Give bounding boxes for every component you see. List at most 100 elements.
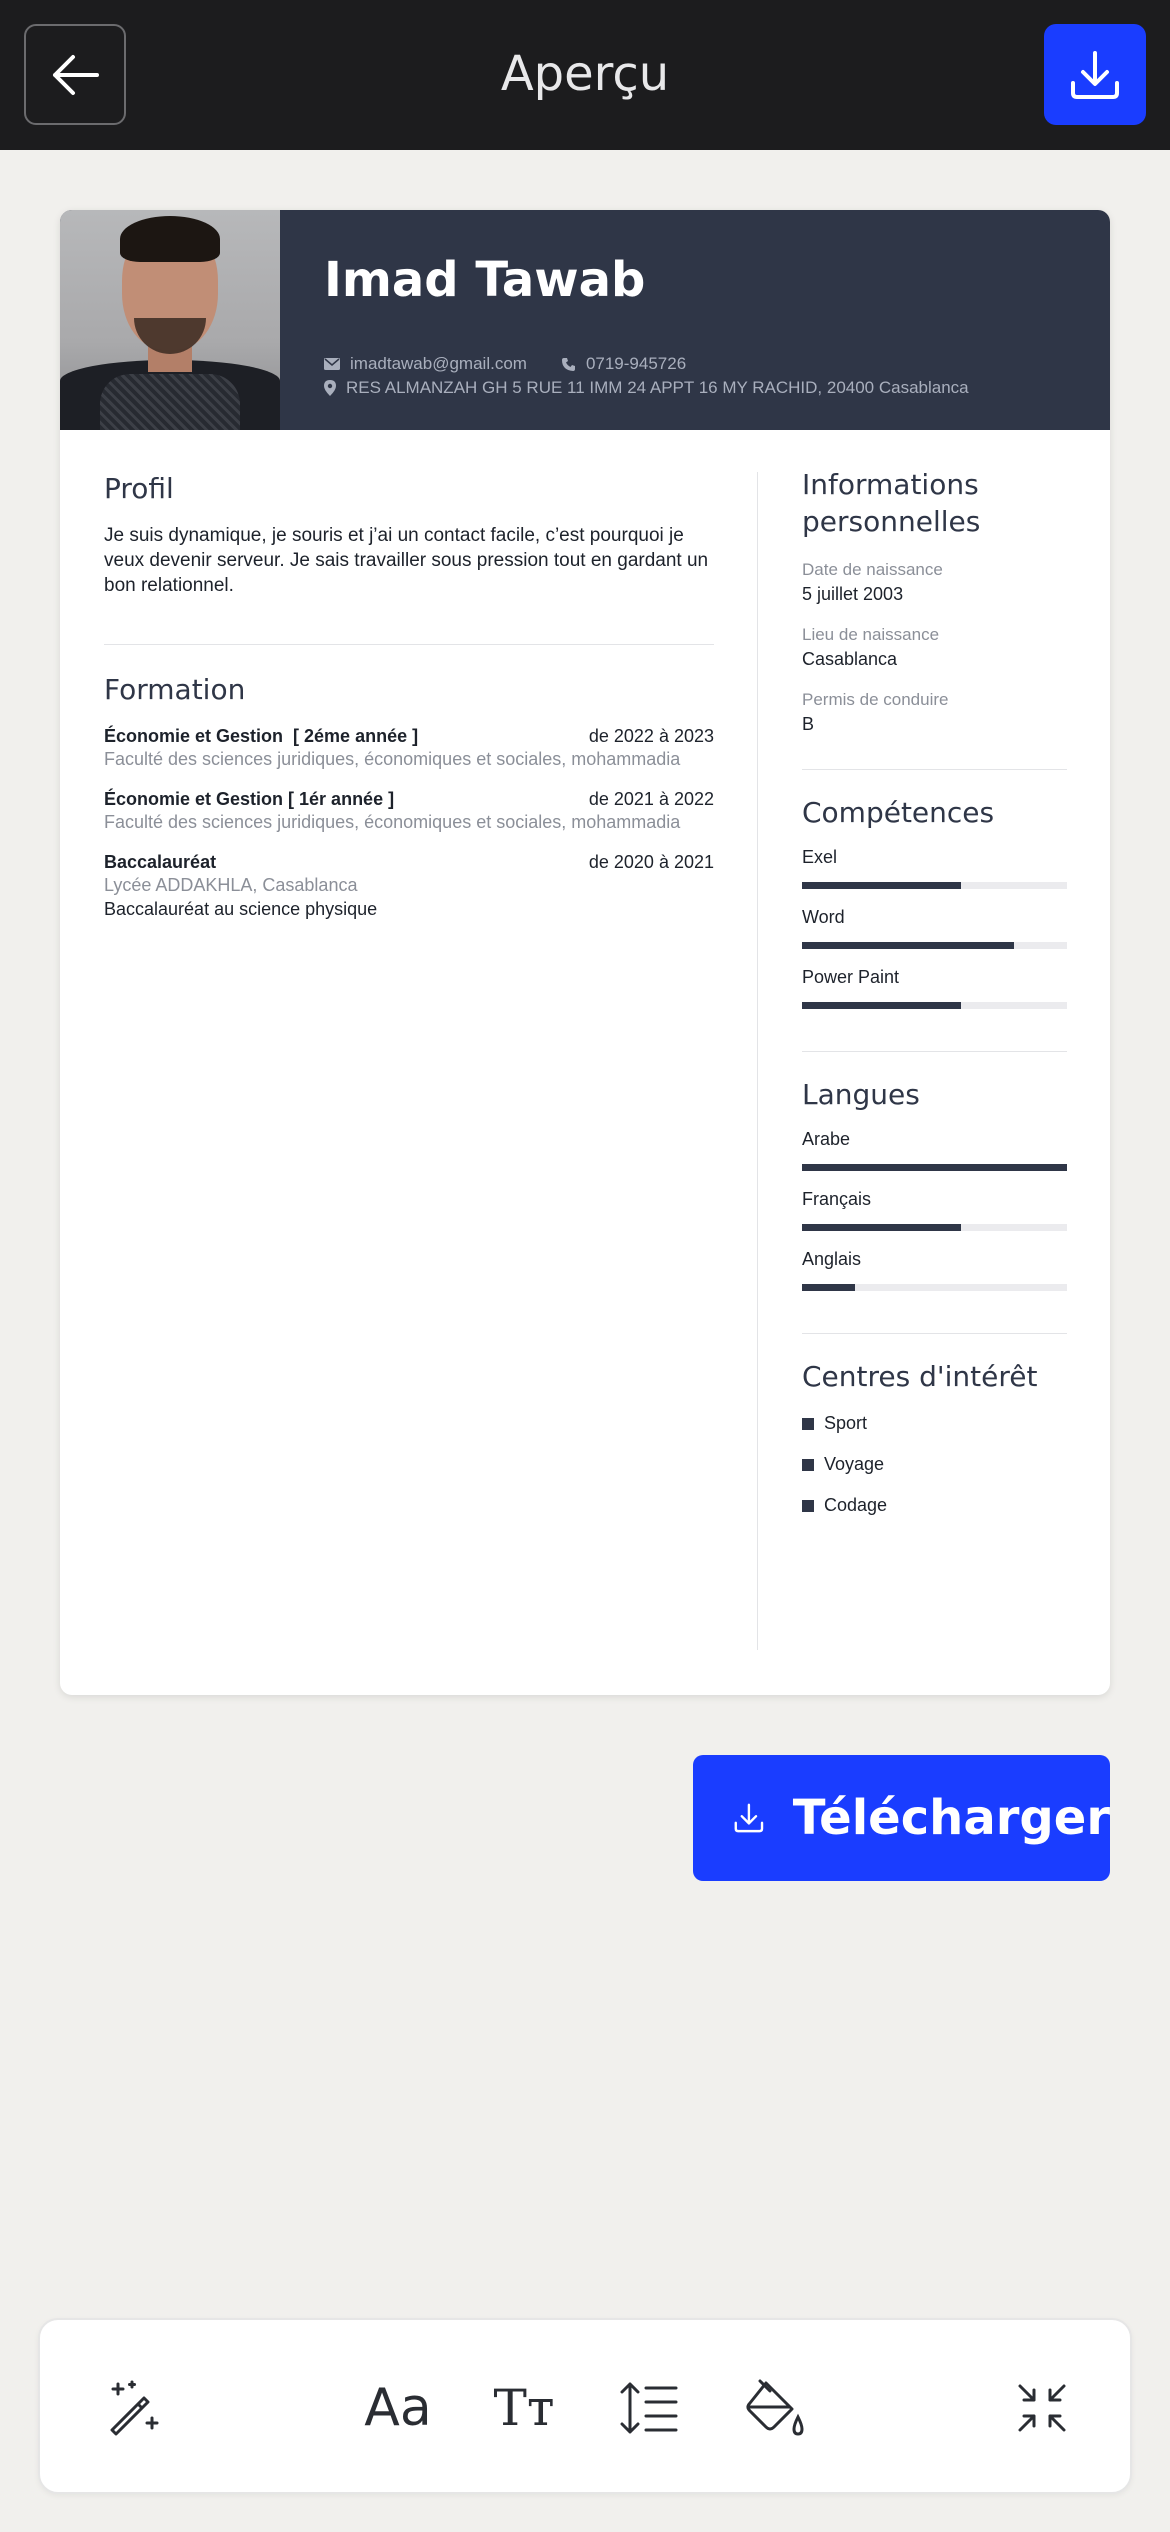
paint-bucket-icon — [746, 2379, 804, 2436]
language-bar-fill — [802, 1224, 961, 1231]
phone-icon — [561, 357, 575, 371]
formation-school: Faculté des sciences juridiques, économi… — [104, 749, 681, 769]
interests-list: Sport Voyage Codage — [802, 1413, 1067, 1516]
skill-name: Exel — [802, 847, 838, 867]
interest-label: Codage — [824, 1495, 888, 1515]
profil-text: Je suis dynamique, je souris et j’ai un … — [104, 525, 709, 596]
language-bar — [802, 1224, 1067, 1231]
skills-title: Compétences — [802, 796, 995, 829]
cv-header: Imad Tawab imadtawab@gmail.com 0719-9457… — [60, 210, 1110, 430]
cv-preview-card: Imad Tawab imadtawab@gmail.com 0719-9457… — [60, 210, 1110, 1695]
bottom-toolbar: Aa Tт — [38, 2318, 1132, 2494]
download-button-top[interactable] — [1044, 24, 1146, 125]
formation-degree: Économie et Gestion [ 1ér année ] — [104, 789, 395, 809]
license-value: B — [802, 714, 815, 734]
profil-title: Profil — [104, 472, 174, 505]
skill-item: Word — [802, 907, 1067, 949]
language-bar — [802, 1164, 1067, 1171]
skill-item: Exel — [802, 847, 1067, 889]
skill-bar-fill — [802, 942, 1014, 949]
download-icon — [734, 1803, 764, 1833]
birth-date-value: 5 juillet 2003 — [802, 584, 904, 604]
formation-school: Faculté des sciences juridiques, économi… — [104, 812, 681, 832]
formation-degree: Économie et Gestion [ 2éme année ] — [104, 726, 419, 746]
skill-bar — [802, 942, 1067, 949]
formation-title: Formation — [104, 673, 246, 706]
interest-item: Codage — [802, 1495, 1067, 1516]
email-text: imadtawab@gmail.com — [350, 354, 527, 373]
interests-title: Centres d'intérêt — [802, 1360, 1038, 1393]
font-size-icon: Tт — [493, 2379, 555, 2437]
bullet-icon — [802, 1458, 814, 1471]
skill-name: Word — [802, 907, 845, 927]
language-name: Français — [802, 1189, 872, 1209]
font-family-icon: Aa — [364, 2378, 432, 2438]
email-icon — [324, 358, 340, 370]
skill-bar-fill — [802, 882, 961, 889]
formation-item: Économie et Gestion [ 1ér année ] de 202… — [104, 789, 714, 834]
formation-item: Baccalauréat de 2020 à 2021 Lycée ADDAKH… — [104, 852, 714, 921]
skill-bar-fill — [802, 1002, 961, 1009]
collapse-icon — [1018, 2384, 1066, 2432]
interest-item: Voyage — [802, 1454, 1067, 1475]
language-name: Arabe — [802, 1129, 851, 1149]
formation-dates: de 2022 à 2023 — [588, 726, 714, 746]
divider — [802, 1051, 1067, 1052]
license-label: Permis de conduire — [802, 690, 949, 709]
language-bar — [802, 1284, 1067, 1291]
color-fill-button[interactable] — [737, 2370, 813, 2446]
interest-item: Sport — [802, 1413, 1067, 1434]
divider — [802, 1333, 1067, 1334]
download-button[interactable]: Télécharger — [693, 1755, 1110, 1881]
languages-title: Langues — [802, 1078, 920, 1111]
contact-row: imadtawab@gmail.com 0719-945726 — [324, 354, 686, 374]
birth-place-label: Lieu de naissance — [802, 625, 940, 644]
skill-bar — [802, 1002, 1067, 1009]
skills-list: Exel Word Power Paint — [802, 847, 1067, 1009]
birth-place-value: Casablanca — [802, 649, 898, 669]
language-item: Arabe — [802, 1129, 1067, 1171]
cv-left-column: Profil Je suis dynamique, je souris et j… — [104, 472, 714, 939]
bullet-icon — [802, 1417, 814, 1430]
font-family-button[interactable]: Aa — [360, 2370, 436, 2446]
personal-info-title: Informations personnelles — [802, 468, 981, 538]
interest-label: Voyage — [824, 1454, 885, 1474]
language-bar-fill — [802, 1284, 855, 1291]
line-height-icon — [620, 2382, 678, 2434]
magic-wand-button[interactable] — [96, 2370, 172, 2446]
divider — [802, 769, 1067, 770]
formation-description: Baccalauréat au science physique — [104, 899, 378, 919]
language-name: Anglais — [802, 1249, 862, 1269]
formation-degree: Baccalauréat — [104, 852, 217, 872]
phone-text: 0719-945726 — [585, 354, 687, 373]
birth-date-label: Date de naissance — [802, 560, 943, 579]
cv-name: Imad Tawab — [324, 252, 646, 308]
bullet-icon — [802, 1499, 814, 1512]
formation-school: Lycée ADDAKHLA, Casablanca — [104, 875, 358, 895]
collapse-button[interactable] — [1004, 2370, 1080, 2446]
cv-right-column: Informations personnelles Date de naissa… — [802, 468, 1067, 1516]
download-icon — [1071, 50, 1119, 99]
formation-list: Économie et Gestion [ 2éme année ] de 20… — [104, 726, 714, 921]
formation-dates: de 2021 à 2022 — [588, 789, 714, 809]
top-bar: Aperçu — [0, 0, 1170, 150]
formation-item: Économie et Gestion [ 2éme année ] de 20… — [104, 726, 714, 771]
skill-item: Power Paint — [802, 967, 1067, 1009]
page-title: Aperçu — [500, 46, 670, 102]
formation-dates: de 2020 à 2021 — [588, 852, 714, 872]
divider — [104, 644, 714, 645]
interest-label: Sport — [824, 1413, 868, 1433]
languages-list: Arabe Français Anglais — [802, 1129, 1067, 1291]
line-height-button[interactable] — [611, 2370, 687, 2446]
address-text: RES ALMANZAH GH 5 RUE 11 IMM 24 APPT 16 … — [346, 378, 969, 397]
skill-name: Power Paint — [802, 967, 900, 987]
magic-wand-icon — [110, 2380, 159, 2436]
location-pin-icon — [324, 380, 336, 396]
address-row: RES ALMANZAH GH 5 RUE 11 IMM 24 APPT 16 … — [324, 378, 969, 398]
language-item: Anglais — [802, 1249, 1067, 1291]
language-bar-fill — [802, 1164, 1067, 1171]
profile-photo — [60, 210, 280, 430]
skill-bar — [802, 882, 1067, 889]
column-divider — [757, 472, 758, 1650]
font-size-button[interactable]: Tт — [486, 2370, 562, 2446]
